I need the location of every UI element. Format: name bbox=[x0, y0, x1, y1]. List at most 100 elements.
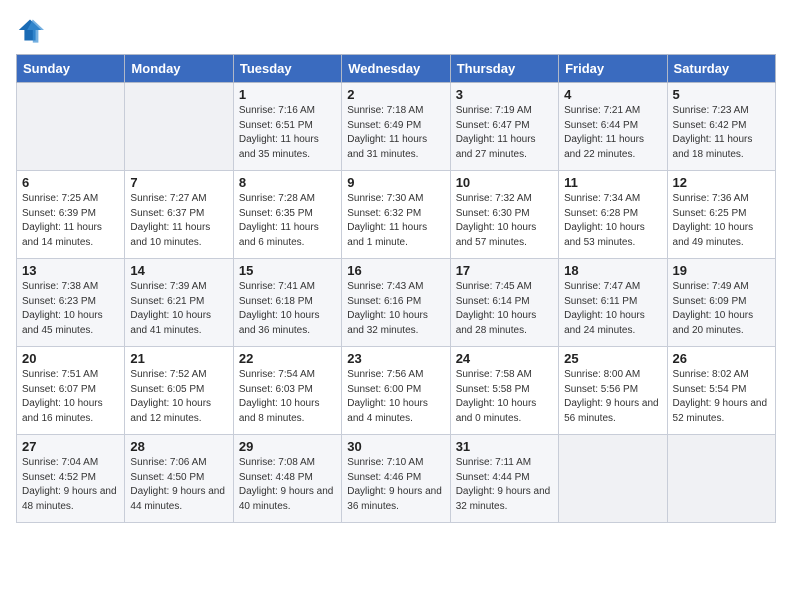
calendar-cell: 30Sunrise: 7:10 AMSunset: 4:46 PMDayligh… bbox=[342, 435, 450, 523]
day-number: 31 bbox=[456, 439, 553, 454]
day-detail: Sunrise: 7:06 AMSunset: 4:50 PMDaylight:… bbox=[130, 456, 227, 514]
day-detail: Sunrise: 7:49 AMSunset: 6:09 PMDaylight:… bbox=[673, 280, 770, 338]
day-number: 7 bbox=[130, 175, 227, 190]
calendar-header: SundayMondayTuesdayWednesdayThursdayFrid… bbox=[17, 55, 776, 83]
calendar-body: 1Sunrise: 7:16 AMSunset: 6:51 PMDaylight… bbox=[17, 83, 776, 523]
day-number: 2 bbox=[347, 87, 444, 102]
calendar-cell: 24 Sunrise: 7:58 AMSunset: 5:58 PMDayligh… bbox=[450, 347, 558, 435]
day-number: 25 bbox=[564, 351, 661, 366]
calendar-cell: 26 Sunrise: 8:02 AMSunset: 5:54 PMDayligh… bbox=[667, 347, 775, 435]
calendar-cell: 18 Sunrise: 7:47 AMSunset: 6:11 PMDayligh… bbox=[559, 259, 667, 347]
header-day-monday: Monday bbox=[125, 55, 233, 83]
header-row: SundayMondayTuesdayWednesdayThursdayFrid… bbox=[17, 55, 776, 83]
day-number: 18 bbox=[564, 263, 661, 278]
day-detail: Sunrise: 7:54 AMSunset: 6:03 PMDaylight:… bbox=[239, 368, 336, 426]
calendar-cell: 4 Sunrise: 7:21 AMSunset: 6:44 PMDaylight… bbox=[559, 83, 667, 171]
day-number: 12 bbox=[673, 175, 770, 190]
day-number: 6 bbox=[22, 175, 119, 190]
calendar-cell: 9 Sunrise: 7:30 AMSunset: 6:32 PMDaylight… bbox=[342, 171, 450, 259]
day-detail: Sunrise: 8:00 AMSunset: 5:56 PMDaylight:… bbox=[564, 368, 661, 426]
day-number: 14 bbox=[130, 263, 227, 278]
calendar-cell: 13 Sunrise: 7:38 AMSunset: 6:23 PMDayligh… bbox=[17, 259, 125, 347]
week-row-5: 27 Sunrise: 7:04 AMSunset: 4:52 PMDayligh… bbox=[17, 435, 776, 523]
calendar-cell: 20 Sunrise: 7:51 AMSunset: 6:07 PMDayligh… bbox=[17, 347, 125, 435]
calendar-cell: 21Sunrise: 7:52 AMSunset: 6:05 PMDayligh… bbox=[125, 347, 233, 435]
calendar-cell: 14Sunrise: 7:39 AMSunset: 6:21 PMDayligh… bbox=[125, 259, 233, 347]
week-row-1: 1Sunrise: 7:16 AMSunset: 6:51 PMDaylight… bbox=[17, 83, 776, 171]
calendar-cell: 19 Sunrise: 7:49 AMSunset: 6:09 PMDayligh… bbox=[667, 259, 775, 347]
day-detail: Sunrise: 7:30 AMSunset: 6:32 PMDaylight:… bbox=[347, 192, 444, 250]
day-detail: Sunrise: 8:02 AMSunset: 5:54 PMDaylight:… bbox=[673, 368, 770, 426]
day-detail: Sunrise: 7:41 AMSunset: 6:18 PMDaylight:… bbox=[239, 280, 336, 338]
day-detail: Sunrise: 7:58 AMSunset: 5:58 PMDaylight:… bbox=[456, 368, 553, 426]
day-number: 20 bbox=[22, 351, 119, 366]
day-detail: Sunrise: 7:19 AMSunset: 6:47 PMDaylight:… bbox=[456, 104, 553, 162]
day-number: 22 bbox=[239, 351, 336, 366]
page: SundayMondayTuesdayWednesdayThursdayFrid… bbox=[0, 0, 792, 539]
day-number: 11 bbox=[564, 175, 661, 190]
calendar-cell: 25 Sunrise: 8:00 AMSunset: 5:56 PMDayligh… bbox=[559, 347, 667, 435]
calendar-cell: 8 Sunrise: 7:28 AMSunset: 6:35 PMDaylight… bbox=[233, 171, 341, 259]
calendar-cell: 17 Sunrise: 7:45 AMSunset: 6:14 PMDayligh… bbox=[450, 259, 558, 347]
day-number: 26 bbox=[673, 351, 770, 366]
day-detail: Sunrise: 7:04 AMSunset: 4:52 PMDaylight:… bbox=[22, 456, 119, 514]
day-detail: Sunrise: 7:34 AMSunset: 6:28 PMDaylight:… bbox=[564, 192, 661, 250]
day-detail: Sunrise: 7:25 AMSunset: 6:39 PMDaylight:… bbox=[22, 192, 119, 250]
calendar-cell: 3 Sunrise: 7:19 AMSunset: 6:47 PMDaylight… bbox=[450, 83, 558, 171]
day-detail: Sunrise: 7:28 AMSunset: 6:35 PMDaylight:… bbox=[239, 192, 336, 250]
calendar-cell: 31 Sunrise: 7:11 AMSunset: 4:44 PMDayligh… bbox=[450, 435, 558, 523]
calendar-cell: 2Sunrise: 7:18 AMSunset: 6:49 PMDaylight… bbox=[342, 83, 450, 171]
day-detail: Sunrise: 7:32 AMSunset: 6:30 PMDaylight:… bbox=[456, 192, 553, 250]
calendar-cell bbox=[559, 435, 667, 523]
day-detail: Sunrise: 7:23 AMSunset: 6:42 PMDaylight:… bbox=[673, 104, 770, 162]
day-number: 4 bbox=[564, 87, 661, 102]
day-detail: Sunrise: 7:51 AMSunset: 6:07 PMDaylight:… bbox=[22, 368, 119, 426]
day-number: 24 bbox=[456, 351, 553, 366]
calendar-cell bbox=[125, 83, 233, 171]
day-number: 19 bbox=[673, 263, 770, 278]
calendar-cell: 27 Sunrise: 7:04 AMSunset: 4:52 PMDayligh… bbox=[17, 435, 125, 523]
day-number: 29 bbox=[239, 439, 336, 454]
calendar-cell: 10 Sunrise: 7:32 AMSunset: 6:30 PMDayligh… bbox=[450, 171, 558, 259]
day-detail: Sunrise: 7:08 AMSunset: 4:48 PMDaylight:… bbox=[239, 456, 336, 514]
header-day-saturday: Saturday bbox=[667, 55, 775, 83]
day-detail: Sunrise: 7:38 AMSunset: 6:23 PMDaylight:… bbox=[22, 280, 119, 338]
day-number: 10 bbox=[456, 175, 553, 190]
calendar-cell: 5 Sunrise: 7:23 AMSunset: 6:42 PMDaylight… bbox=[667, 83, 775, 171]
calendar-cell: 15Sunrise: 7:41 AMSunset: 6:18 PMDayligh… bbox=[233, 259, 341, 347]
day-number: 9 bbox=[347, 175, 444, 190]
header bbox=[16, 16, 776, 44]
day-number: 3 bbox=[456, 87, 553, 102]
day-detail: Sunrise: 7:21 AMSunset: 6:44 PMDaylight:… bbox=[564, 104, 661, 162]
day-number: 16 bbox=[347, 263, 444, 278]
day-detail: Sunrise: 7:45 AMSunset: 6:14 PMDaylight:… bbox=[456, 280, 553, 338]
day-detail: Sunrise: 7:47 AMSunset: 6:11 PMDaylight:… bbox=[564, 280, 661, 338]
day-number: 28 bbox=[130, 439, 227, 454]
calendar-cell: 29 Sunrise: 7:08 AMSunset: 4:48 PMDayligh… bbox=[233, 435, 341, 523]
calendar-cell: 1Sunrise: 7:16 AMSunset: 6:51 PMDaylight… bbox=[233, 83, 341, 171]
week-row-2: 6 Sunrise: 7:25 AMSunset: 6:39 PMDaylight… bbox=[17, 171, 776, 259]
calendar-cell: 12 Sunrise: 7:36 AMSunset: 6:25 PMDayligh… bbox=[667, 171, 775, 259]
day-detail: Sunrise: 7:11 AMSunset: 4:44 PMDaylight:… bbox=[456, 456, 553, 514]
calendar-cell: 22 Sunrise: 7:54 AMSunset: 6:03 PMDayligh… bbox=[233, 347, 341, 435]
logo-icon bbox=[16, 16, 44, 44]
day-number: 27 bbox=[22, 439, 119, 454]
day-number: 8 bbox=[239, 175, 336, 190]
calendar-cell bbox=[17, 83, 125, 171]
day-number: 5 bbox=[673, 87, 770, 102]
header-day-wednesday: Wednesday bbox=[342, 55, 450, 83]
day-number: 13 bbox=[22, 263, 119, 278]
day-number: 30 bbox=[347, 439, 444, 454]
calendar-cell: 16Sunrise: 7:43 AMSunset: 6:16 PMDayligh… bbox=[342, 259, 450, 347]
week-row-3: 13 Sunrise: 7:38 AMSunset: 6:23 PMDayligh… bbox=[17, 259, 776, 347]
calendar-cell: 7Sunrise: 7:27 AMSunset: 6:37 PMDaylight… bbox=[125, 171, 233, 259]
day-number: 23 bbox=[347, 351, 444, 366]
header-day-friday: Friday bbox=[559, 55, 667, 83]
calendar-cell: 28 Sunrise: 7:06 AMSunset: 4:50 PMDayligh… bbox=[125, 435, 233, 523]
day-number: 17 bbox=[456, 263, 553, 278]
calendar-cell: 23Sunrise: 7:56 AMSunset: 6:00 PMDayligh… bbox=[342, 347, 450, 435]
day-detail: Sunrise: 7:36 AMSunset: 6:25 PMDaylight:… bbox=[673, 192, 770, 250]
day-number: 1 bbox=[239, 87, 336, 102]
header-day-thursday: Thursday bbox=[450, 55, 558, 83]
logo bbox=[16, 16, 48, 44]
